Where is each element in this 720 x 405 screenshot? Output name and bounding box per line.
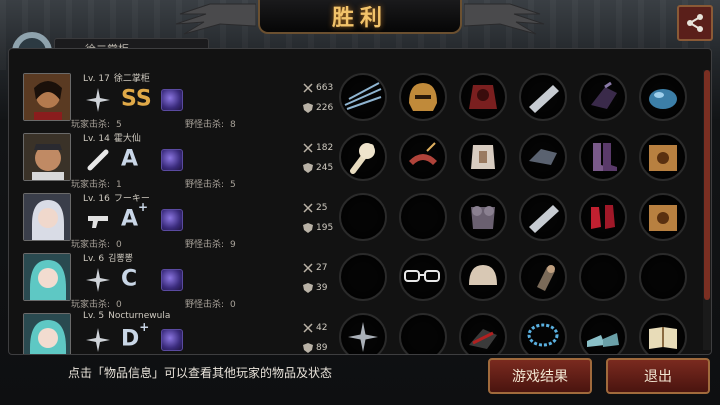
bat-icon <box>85 147 111 173</box>
attack-stat: 27 <box>303 263 327 273</box>
shield-icon <box>303 103 313 113</box>
player-row[interactable]: Lv. 16 フーキー A+ 玩家击杀: 0 野怪击杀: 9 25 195 <box>21 193 711 251</box>
player-kills: 玩家击杀: 5 <box>71 120 122 130</box>
item-slot-boots[interactable] <box>579 133 627 181</box>
shuriken-icon <box>85 87 111 113</box>
wing-ornament-left <box>175 3 256 35</box>
crossed-swords-icon <box>303 143 313 153</box>
item-slot-crate[interactable] <box>639 193 687 241</box>
crossed-swords-icon <box>303 203 313 213</box>
item-slot-armor[interactable] <box>459 73 507 121</box>
item-slot-gauntlet[interactable] <box>519 133 567 181</box>
scrollbar[interactable] <box>703 70 711 350</box>
player-kills: 玩家击杀: 0 <box>71 240 122 250</box>
monster-kills: 野怪击杀: 0 <box>185 300 236 310</box>
player-row[interactable]: Lv. 6 김뽕뽕 C 玩家击杀: 0 野怪击杀: 0 27 39 <box>21 253 711 311</box>
player-row[interactable]: Lv. 17 徐二掌柜 SS 玩家击杀: 5 野怪击杀: 8 663 226 <box>21 73 711 131</box>
item-slot-helmet[interactable] <box>399 73 447 121</box>
item-slot-helmet[interactable] <box>459 253 507 301</box>
item-slot-empty[interactable] <box>399 193 447 241</box>
attack-stat: 663 <box>303 83 333 93</box>
share-button[interactable] <box>677 5 713 41</box>
item-slot-glasses[interactable] <box>399 253 447 301</box>
crossed-swords-icon <box>303 323 313 333</box>
attack-stat: 42 <box>303 323 327 333</box>
item-slot-glove[interactable] <box>579 73 627 121</box>
rune-icon <box>161 209 183 231</box>
shuriken-icon <box>85 327 111 353</box>
avatar[interactable] <box>23 313 71 354</box>
attack-stat: 182 <box>303 143 333 153</box>
title-text: 胜利 <box>331 6 388 31</box>
rune-icon <box>161 269 183 291</box>
monster-kills: 野怪击杀: 5 <box>185 180 236 190</box>
rune-icon <box>161 329 183 351</box>
item-slot-orb[interactable] <box>639 73 687 121</box>
item-slot-bracer[interactable] <box>519 193 567 241</box>
grade-badge: D+ <box>121 320 150 352</box>
item-slot-empty[interactable] <box>579 253 627 301</box>
item-slot-armor[interactable] <box>459 193 507 241</box>
shield-icon <box>303 283 313 293</box>
exit-button[interactable]: 退出 <box>606 358 710 394</box>
item-slot-book[interactable] <box>639 313 687 354</box>
rune-icon <box>161 89 183 111</box>
avatar[interactable] <box>23 253 71 301</box>
item-slot-bullet[interactable] <box>519 253 567 301</box>
item-slot-bracer[interactable] <box>519 73 567 121</box>
item-slot-shuriken[interactable] <box>339 313 387 354</box>
item-slot-shoes[interactable] <box>579 313 627 354</box>
avatar[interactable] <box>23 73 71 121</box>
grade-badge: A <box>121 146 139 172</box>
crossed-swords-icon <box>303 263 313 273</box>
item-slot-bat[interactable] <box>339 133 387 181</box>
shield-icon <box>303 163 313 173</box>
grade-badge: C <box>121 266 138 292</box>
player-kills: 玩家击杀: 0 <box>71 300 122 310</box>
gun-icon <box>85 207 111 233</box>
player-row[interactable]: Lv. 5 Nocturnewula D+ 42 89 <box>21 311 711 354</box>
item-slot-heels[interactable] <box>579 193 627 241</box>
game-result-button[interactable]: 游戏结果 <box>488 358 592 394</box>
share-icon <box>687 14 703 32</box>
player-level-name: Lv. 5 Nocturnewula <box>83 311 171 321</box>
rune-icon <box>161 149 183 171</box>
player-level-name: Lv. 6 김뽕뽕 <box>83 254 133 264</box>
item-slot-armor[interactable] <box>459 133 507 181</box>
player-kills: 玩家击杀: 1 <box>71 180 122 190</box>
footer-hint: 点击「物品信息」可以查看其他玩家的物品及状态 <box>68 366 333 380</box>
item-slot-empty[interactable] <box>399 313 447 354</box>
shield-icon <box>303 343 313 353</box>
player-level-name: Lv. 17 徐二掌柜 <box>83 74 150 84</box>
item-slot-empty[interactable] <box>339 253 387 301</box>
shield-icon <box>303 223 313 233</box>
monster-kills: 野怪击杀: 9 <box>185 240 236 250</box>
grade-badge: A+ <box>121 200 149 232</box>
avatar[interactable] <box>23 133 71 181</box>
item-slot-glove[interactable] <box>459 313 507 354</box>
item-slot-empty[interactable] <box>339 193 387 241</box>
item-slot-empty[interactable] <box>639 253 687 301</box>
monster-kills: 野怪击杀: 8 <box>185 120 236 130</box>
defense-stat: 245 <box>303 163 333 173</box>
defense-stat: 195 <box>303 223 333 233</box>
defense-stat: 226 <box>303 103 333 113</box>
item-slot-necklace[interactable] <box>519 313 567 354</box>
item-slot-whip[interactable] <box>339 73 387 121</box>
crossed-swords-icon <box>303 83 313 93</box>
attack-stat: 25 <box>303 203 327 213</box>
grade-badge: SS <box>121 86 152 112</box>
item-slot-crate[interactable] <box>639 133 687 181</box>
player-level-name: Lv. 14 霍大仙 <box>83 134 141 144</box>
shuriken-icon <box>85 267 111 293</box>
defense-stat: 39 <box>303 283 327 293</box>
defense-stat: 89 <box>303 343 327 353</box>
victory-title: 胜利 <box>258 0 462 34</box>
wing-ornament-right <box>464 3 545 35</box>
results-panel: Lv. 17 徐二掌柜 SS 玩家击杀: 5 野怪击杀: 8 663 226 Lv. … <box>8 48 712 355</box>
avatar[interactable] <box>23 193 71 241</box>
item-slot-horns[interactable] <box>399 133 447 181</box>
player-row[interactable]: Lv. 14 霍大仙 A 玩家击杀: 1 野怪击杀: 5 182 245 <box>21 133 711 191</box>
